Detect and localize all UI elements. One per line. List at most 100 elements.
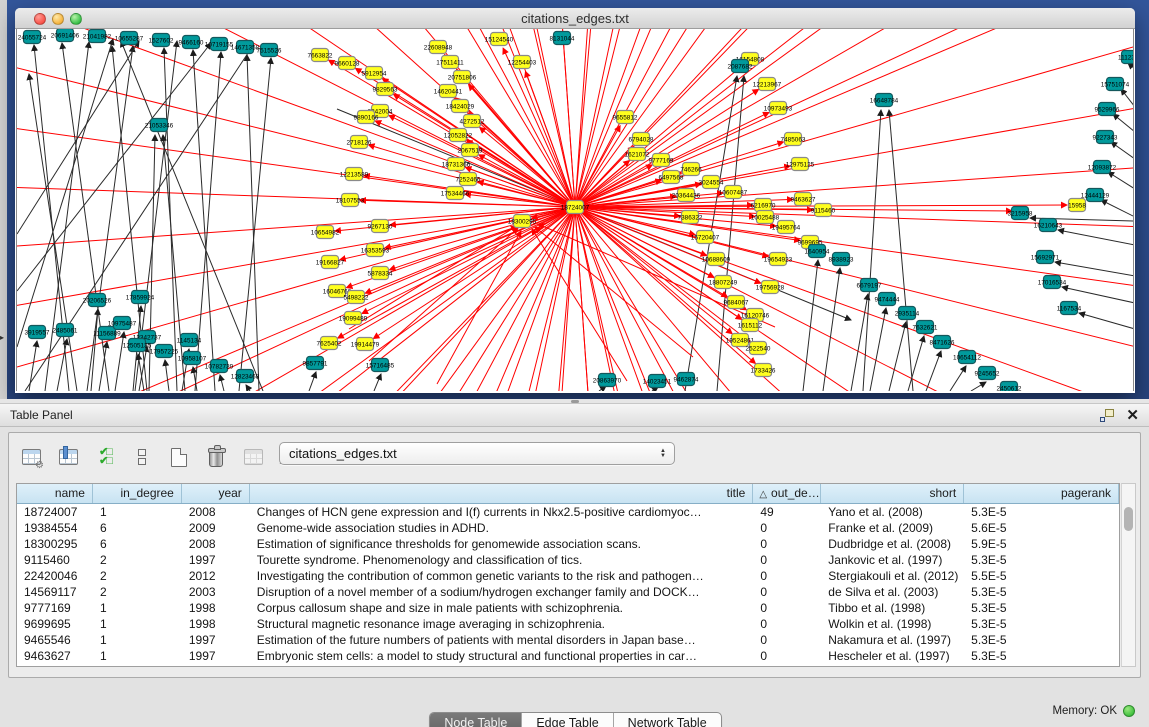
graph-node-label: 1640954 — [805, 248, 830, 255]
graph-edge — [1055, 262, 1134, 276]
table-cell: Estimation of the future numbers of pati… — [250, 632, 754, 648]
table-toolbar: ⚙ ✔□✔□ f(x) — [19, 439, 302, 475]
graph-node-label: 746266 — [680, 166, 702, 173]
table-cell: de Silva et al. (2003) — [821, 584, 964, 600]
graph-node-label: 9829563 — [373, 86, 398, 93]
graph-node-label: 15751074 — [1101, 81, 1130, 88]
delete-table-icon[interactable] — [204, 445, 228, 469]
graph-edge — [575, 207, 776, 226]
table-row[interactable]: 1938455462009Genome-wide association stu… — [17, 520, 1119, 536]
table-cell: 2 — [93, 584, 182, 600]
graph-node-label: 18731366 — [442, 161, 471, 168]
network-canvas[interactable]: 2405572420691406210419821065528715276029… — [16, 29, 1134, 391]
graph-node-label: 9529966 — [1095, 106, 1120, 113]
close-panel-icon[interactable]: ✕ — [1126, 404, 1139, 427]
memory-status-indicator[interactable] — [1123, 705, 1135, 717]
table-cell: 0 — [753, 552, 821, 568]
graph-edge — [971, 382, 986, 391]
network-window-titlebar[interactable]: citations_edges.txt — [15, 8, 1135, 29]
table-cell: 0 — [753, 648, 821, 664]
table-cell: 22420046 — [17, 568, 93, 584]
table-cell: 1 — [93, 600, 182, 616]
attribute-table[interactable]: namein_degreeyeartitle△out_de…shortpager… — [16, 483, 1120, 667]
table-cell: 1998 — [182, 616, 250, 632]
table-cell: 2 — [93, 552, 182, 568]
table-row[interactable]: 2242004622012Investigating the contribut… — [17, 568, 1119, 584]
graph-node-label: 10654112 — [953, 354, 981, 361]
table-header-row: namein_degreeyeartitle△out_de…shortpager… — [17, 484, 1119, 504]
graph-node-label: 9267130 — [368, 223, 393, 230]
graph-node-label: 8938923 — [829, 256, 854, 263]
graph-node-label: 12823468 — [231, 373, 260, 380]
toggle-column-icon[interactable] — [56, 445, 80, 469]
table-cell: Stergiakouli et al. (2012) — [821, 568, 964, 584]
column-header-short[interactable]: short — [821, 484, 964, 503]
table-cell: Embryonic stem cells: a model to study s… — [250, 648, 754, 664]
table-selector-dropdown[interactable]: citations_edges.txt ▲▼ — [279, 442, 675, 465]
graph-node-label: 2450612 — [997, 385, 1022, 391]
table-row[interactable]: 946554611997Estimation of the future num… — [17, 632, 1119, 648]
new-table-icon[interactable] — [167, 445, 191, 469]
graph-node-label: 7386322 — [678, 214, 703, 221]
graph-node-label: 2485061 — [53, 327, 78, 334]
graph-node-label: 10975487 — [108, 320, 137, 327]
table-cell: 1 — [93, 504, 182, 520]
table-cell: Nakamura et al. (1997) — [821, 632, 964, 648]
graph-node-label: 18807249 — [709, 279, 738, 286]
graph-edge — [1111, 142, 1134, 159]
select-rows-icon[interactable]: ✔□✔□ — [93, 445, 117, 469]
table-row[interactable]: 969969511998Structural magnetic resonanc… — [17, 616, 1119, 632]
graph-edge — [1121, 89, 1134, 107]
rows-icon[interactable] — [130, 445, 154, 469]
table-settings-icon[interactable]: ⚙ — [19, 445, 43, 469]
table-selector-value: citations_edges.txt — [289, 446, 397, 461]
column-header-out_de[interactable]: △out_de… — [753, 484, 821, 503]
table-cell: 2008 — [182, 504, 250, 520]
graph-node-label: 12052822 — [444, 132, 473, 139]
table-cell: 9463627 — [17, 648, 93, 664]
column-header-title[interactable]: title — [250, 484, 754, 503]
column-header-pagerank[interactable]: pagerank — [964, 484, 1119, 503]
table-cell: 5.3E-5 — [964, 632, 1119, 648]
table-row[interactable]: 911546021997Tourette syndrome. Phenomeno… — [17, 552, 1119, 568]
graph-node-label: 2935114 — [895, 310, 920, 317]
column-header-name[interactable]: name — [17, 484, 93, 503]
status-bar: Memory: OK — [0, 700, 1149, 727]
import-table-icon — [241, 445, 265, 469]
graph-node-label: 5912954 — [362, 70, 387, 77]
graph-node-label: 17859924 — [126, 294, 155, 301]
graph-node-label: 17016534 — [1038, 279, 1067, 286]
table-row[interactable]: 1830029562008Estimation of significance … — [17, 536, 1119, 552]
graph-node-label: 20691406 — [51, 32, 80, 39]
table-row[interactable]: 1456911722003Disruption of a novel membe… — [17, 584, 1119, 600]
table-cell: 5.3E-5 — [964, 584, 1119, 600]
graph-node-label: 6216970 — [751, 202, 776, 209]
table-scrollbar[interactable] — [1121, 483, 1136, 667]
graph-node-label: 2087682 — [728, 63, 753, 70]
graph-node-label: 17511411 — [436, 59, 464, 66]
table-cell: 5.6E-5 — [964, 520, 1119, 536]
table-cell: 5.3E-5 — [964, 648, 1119, 664]
table-cell: Tourette syndrome. Phenomenology and cla… — [250, 552, 754, 568]
graph-node-label: 8131044 — [550, 35, 575, 42]
table-row[interactable]: 946362711997Embryonic stem cells: a mode… — [17, 648, 1119, 664]
graph-edge — [309, 372, 316, 391]
graph-node-label: 7625402 — [317, 340, 342, 347]
left-panel-edge: ▸ — [0, 0, 7, 399]
table-cell: 1 — [93, 616, 182, 632]
table-cell: 2008 — [182, 536, 250, 552]
table-cell: 1998 — [182, 600, 250, 616]
table-cell: 1997 — [182, 648, 250, 664]
graph-node-label: 10958107 — [178, 355, 207, 362]
graph-edge — [575, 207, 761, 283]
graph-node-label: 2522540 — [746, 345, 771, 352]
column-header-year[interactable]: year — [182, 484, 250, 503]
column-header-in_degree[interactable]: in_degree — [93, 484, 182, 503]
table-scrollbar-thumb[interactable] — [1124, 507, 1133, 531]
divider-grip-icon[interactable] — [571, 400, 579, 403]
panel-collapse-arrow-icon[interactable]: ▸ — [0, 333, 4, 342]
table-row[interactable]: 977716911998Corpus callosum shape and si… — [17, 600, 1119, 616]
table-row[interactable]: 1872400712008Changes of HCN gene express… — [17, 504, 1119, 520]
float-panel-icon[interactable] — [1100, 409, 1114, 422]
graph-node-label: 18424029 — [446, 103, 475, 110]
